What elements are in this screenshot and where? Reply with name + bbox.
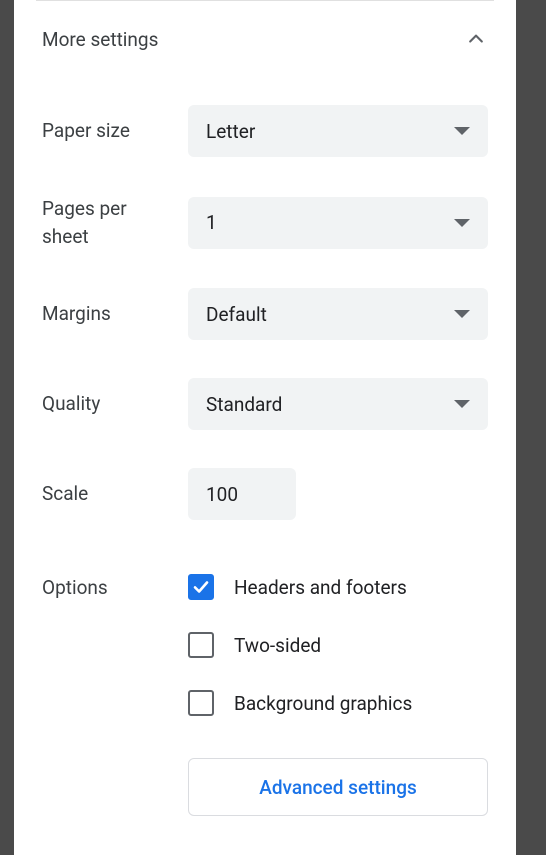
dropdown-icon: [454, 310, 470, 318]
paper-size-value: Letter: [206, 120, 255, 143]
paper-size-label: Paper size: [42, 117, 188, 145]
more-settings-header[interactable]: More settings: [42, 1, 488, 77]
chevron-up-icon: [464, 27, 488, 51]
margins-value: Default: [206, 303, 267, 326]
headers-footers-option[interactable]: Headers and footers: [188, 574, 488, 600]
checkbox-unchecked-icon: [188, 632, 214, 658]
scale-row: Scale: [42, 468, 488, 520]
dropdown-icon: [454, 219, 470, 227]
checkbox-checked-icon: [188, 574, 214, 600]
quality-value: Standard: [206, 393, 282, 416]
more-settings-title: More settings: [42, 28, 158, 51]
margins-row: Margins Default: [42, 288, 488, 340]
headers-footers-label: Headers and footers: [234, 576, 407, 599]
quality-select[interactable]: Standard: [188, 378, 488, 430]
quality-label: Quality: [42, 390, 188, 418]
margins-select[interactable]: Default: [188, 288, 488, 340]
pages-per-sheet-row: Pages per sheet 1: [42, 195, 488, 250]
two-sided-option[interactable]: Two-sided: [188, 632, 488, 658]
dropdown-icon: [454, 400, 470, 408]
advanced-wrapper: Advanced settings: [188, 758, 488, 816]
options-label: Options: [42, 574, 188, 716]
background-graphics-label: Background graphics: [234, 692, 412, 715]
two-sided-label: Two-sided: [234, 634, 321, 657]
scale-input[interactable]: [188, 468, 296, 520]
background-graphics-option[interactable]: Background graphics: [188, 690, 488, 716]
pages-per-sheet-select[interactable]: 1: [188, 197, 488, 249]
options-list: Headers and footers Two-sided Background…: [188, 574, 488, 716]
scale-label: Scale: [42, 480, 188, 508]
quality-row: Quality Standard: [42, 378, 488, 430]
dropdown-icon: [454, 127, 470, 135]
checkbox-unchecked-icon: [188, 690, 214, 716]
advanced-settings-button[interactable]: Advanced settings: [188, 758, 488, 816]
margins-label: Margins: [42, 300, 188, 328]
paper-size-row: Paper size Letter: [42, 105, 488, 157]
paper-size-select[interactable]: Letter: [188, 105, 488, 157]
print-settings-panel: More settings Paper size Letter Pages pe…: [14, 0, 516, 855]
options-block: Options Headers and footers Two-sided Ba…: [42, 574, 488, 716]
pages-per-sheet-value: 1: [206, 211, 217, 234]
pages-per-sheet-label: Pages per sheet: [42, 195, 188, 250]
